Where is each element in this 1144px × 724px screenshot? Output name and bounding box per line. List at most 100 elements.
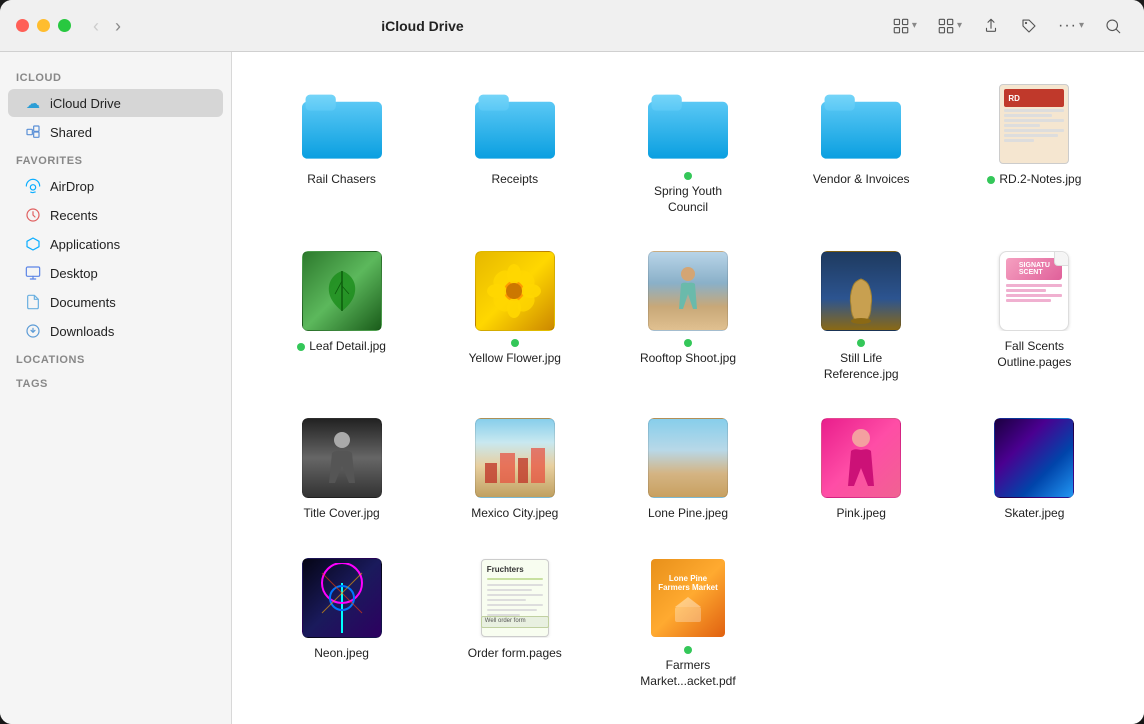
sync-status-dot bbox=[857, 339, 865, 347]
file-item-yellow-flower[interactable]: Yellow Flower.jpg bbox=[433, 243, 596, 390]
file-item-neon[interactable]: Neon.jpeg bbox=[260, 550, 423, 697]
file-label: Receipts bbox=[491, 172, 538, 188]
file-label: Leaf Detail.jpg bbox=[297, 339, 386, 355]
downloads-icon bbox=[24, 322, 42, 340]
back-button[interactable]: ‹ bbox=[87, 15, 105, 37]
file-item-fall-scents[interactable]: SIGNATUSCENT Fall Scents Outline.pages bbox=[953, 243, 1116, 390]
farmersmarket-preview: Lone PineFarmers Market bbox=[651, 559, 725, 637]
grid-icon bbox=[892, 17, 910, 35]
orderform-preview: Fruchters Well order form bbox=[481, 559, 549, 637]
skater-preview bbox=[994, 418, 1074, 498]
tags-section-header: Tags bbox=[0, 370, 231, 394]
sidebar-item-shared[interactable]: Shared bbox=[8, 118, 223, 146]
flower-svg bbox=[487, 264, 542, 319]
image-thumbnail bbox=[302, 251, 382, 331]
more-button[interactable]: ··· ▾ bbox=[1052, 13, 1090, 39]
cloud-icon: ☁ bbox=[24, 94, 42, 112]
sidebar-item-applications[interactable]: Applications bbox=[8, 230, 223, 258]
file-item-skater[interactable]: Skater.jpeg bbox=[953, 410, 1116, 530]
image-thumbnail: RD bbox=[994, 84, 1074, 164]
share-icon bbox=[982, 17, 1000, 35]
file-item-still-life[interactable]: Still Life Reference.jpg bbox=[780, 243, 943, 390]
file-label: Farmers Market...acket.pdf bbox=[638, 646, 738, 689]
file-label: Vendor & Invoices bbox=[813, 172, 910, 188]
neon-preview bbox=[302, 558, 382, 638]
sidebar-item-label: Documents bbox=[50, 295, 116, 310]
leaf-svg bbox=[317, 266, 367, 316]
file-item-rd-notes[interactable]: RD RD.2-Notes.jpg bbox=[953, 76, 1116, 223]
sidebar-item-downloads[interactable]: Downloads bbox=[8, 317, 223, 345]
folder-icon bbox=[475, 85, 555, 163]
view-options-button[interactable]: ▾ bbox=[931, 13, 968, 39]
person-pink-svg bbox=[844, 426, 879, 491]
forward-button[interactable]: › bbox=[109, 15, 127, 37]
airdrop-icon bbox=[24, 177, 42, 195]
file-item-pink[interactable]: Pink.jpeg bbox=[780, 410, 943, 530]
file-label: Yellow Flower.jpg bbox=[465, 339, 565, 367]
file-label: Skater.jpeg bbox=[1004, 506, 1064, 522]
folder-icon bbox=[648, 85, 728, 163]
file-label: Fall Scents Outline.pages bbox=[984, 339, 1084, 370]
sidebar-item-desktop[interactable]: Desktop bbox=[8, 259, 223, 287]
folder-thumbnail bbox=[302, 84, 382, 164]
file-item-lone-pine[interactable]: Lone Pine.jpeg bbox=[606, 410, 769, 530]
pages-preview: SIGNATUSCENT bbox=[999, 251, 1069, 331]
sidebar-item-icloud-drive[interactable]: ☁ iCloud Drive bbox=[8, 89, 223, 117]
sidebar-item-documents[interactable]: Documents bbox=[8, 288, 223, 316]
image-thumbnail bbox=[302, 418, 382, 498]
file-label: Mexico City.jpeg bbox=[471, 506, 558, 522]
sync-status-dot bbox=[297, 343, 305, 351]
mexicocity-preview bbox=[475, 418, 555, 498]
city-svg bbox=[480, 433, 550, 483]
file-item-order-form[interactable]: Fruchters Well order form bbox=[433, 550, 596, 697]
applications-icon bbox=[24, 235, 42, 253]
tags-button[interactable] bbox=[1014, 13, 1044, 39]
file-label: Still Life Reference.jpg bbox=[811, 339, 911, 382]
image-thumbnail bbox=[475, 251, 555, 331]
file-label: Lone Pine.jpeg bbox=[648, 506, 728, 522]
file-item-spring-youth-council[interactable]: Spring Youth Council bbox=[606, 76, 769, 223]
file-item-rail-chasers[interactable]: Rail Chasers bbox=[260, 76, 423, 223]
view-grid-button[interactable]: ▾ bbox=[886, 13, 923, 39]
sidebar-item-recents[interactable]: Recents bbox=[8, 201, 223, 229]
share-button[interactable] bbox=[976, 13, 1006, 39]
folder-icon bbox=[821, 85, 901, 163]
titlecover-preview bbox=[302, 418, 382, 498]
pages-thumbnail: SIGNATUSCENT bbox=[994, 251, 1074, 331]
image-thumbnail bbox=[302, 558, 382, 638]
shared-icon bbox=[24, 123, 42, 141]
main-area: iCloud ☁ iCloud Drive Shared Favorites bbox=[0, 52, 1144, 724]
file-item-title-cover[interactable]: Title Cover.jpg bbox=[260, 410, 423, 530]
folder-thumbnail bbox=[821, 84, 901, 164]
recents-icon bbox=[24, 206, 42, 224]
file-item-farmers-market[interactable]: Lone PineFarmers Market Farmers Market..… bbox=[606, 550, 769, 697]
file-item-rooftop-shoot[interactable]: Rooftop Shoot.jpg bbox=[606, 243, 769, 390]
desktop-icon bbox=[24, 264, 42, 282]
sidebar-item-airdrop[interactable]: AirDrop bbox=[8, 172, 223, 200]
file-item-vendor-invoices[interactable]: Vendor & Invoices bbox=[780, 76, 943, 223]
window-title: iCloud Drive bbox=[139, 18, 706, 34]
leaf-preview bbox=[302, 251, 382, 331]
sidebar-item-label: Downloads bbox=[50, 324, 114, 339]
file-item-leaf-detail[interactable]: Leaf Detail.jpg bbox=[260, 243, 423, 390]
market-svg bbox=[673, 597, 703, 622]
file-label: Rooftop Shoot.jpg bbox=[638, 339, 738, 367]
image-thumbnail bbox=[994, 418, 1074, 498]
file-grid: Rail Chasers bbox=[260, 76, 1116, 697]
maximize-button[interactable] bbox=[58, 19, 71, 32]
close-button[interactable] bbox=[16, 19, 29, 32]
file-item-mexico-city[interactable]: Mexico City.jpeg bbox=[433, 410, 596, 530]
file-label: Neon.jpeg bbox=[314, 646, 369, 662]
minimize-button[interactable] bbox=[37, 19, 50, 32]
folder-thumbnail bbox=[475, 84, 555, 164]
nav-buttons: ‹ › bbox=[87, 15, 127, 37]
sidebar-item-label: AirDrop bbox=[50, 179, 94, 194]
pages-thumbnail: Fruchters Well order form bbox=[475, 558, 555, 638]
traffic-lights bbox=[16, 19, 71, 32]
image-thumbnail bbox=[648, 418, 728, 498]
file-label: Pink.jpeg bbox=[837, 506, 886, 522]
search-button[interactable] bbox=[1098, 13, 1128, 39]
file-item-receipts[interactable]: Receipts bbox=[433, 76, 596, 223]
image-thumbnail bbox=[648, 251, 728, 331]
lonepine-preview bbox=[648, 418, 728, 498]
